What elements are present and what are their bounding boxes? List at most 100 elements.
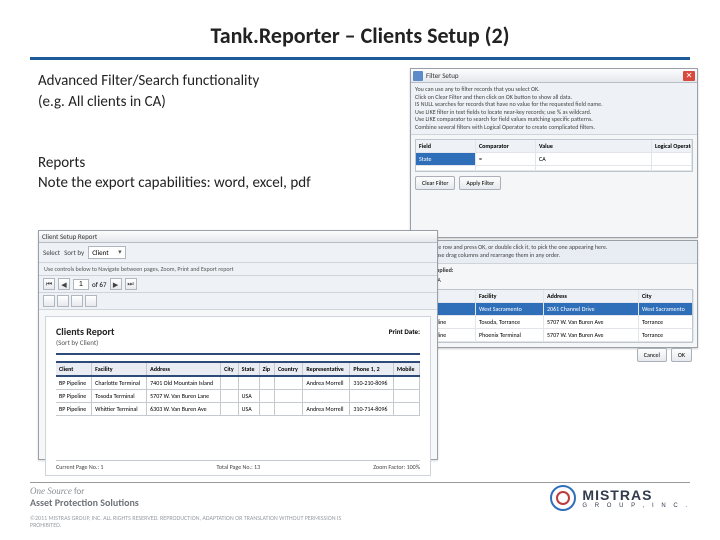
results-grid-row[interactable]: West Sacramento 2061 Channel Drive West …	[416, 303, 692, 316]
brand-rule	[30, 482, 690, 483]
th-zip: Zip	[259, 362, 274, 376]
mistras-sub: G R O U P , I N C .	[582, 503, 690, 509]
th-rep: Representative	[303, 362, 350, 376]
footer-current-page: Current Page No.: 1	[56, 463, 103, 471]
mistras-name: MISTRAS	[582, 487, 690, 503]
cell-field[interactable]: State	[416, 153, 476, 165]
select-label: Select	[43, 248, 60, 257]
report-viewer-window: Client Setup Report Select Sort by Clien…	[38, 230, 438, 460]
print-date-label: Print Date:	[389, 327, 420, 336]
col-address: Address	[544, 290, 639, 302]
mistras-logo: MISTRAS G R O U P , I N C .	[550, 485, 690, 511]
cell-value[interactable]: CA	[536, 153, 652, 165]
cell: West Sacramento	[476, 303, 544, 315]
report-table: Client Facility Address City State Zip C…	[56, 361, 420, 416]
cell: West Sacramento	[639, 303, 694, 315]
cell: 5707 W. Van Buren Ave	[544, 329, 639, 341]
results-grid-header: Client Facility Address City	[416, 290, 692, 303]
res-instr2: You can use drag columns and rearrange t…	[416, 252, 692, 260]
results-grid-row[interactable]: BP Pipeline Phoenix Terminal 5707 W. Van…	[416, 329, 692, 342]
brand-band: One Source for Asset Protection Solution…	[0, 482, 720, 540]
report-table-row: BP PipelineCharlotte Terminal7401 Old Mo…	[56, 376, 420, 390]
report-rule	[56, 353, 420, 355]
filter-grid[interactable]: Field Comparator Value Logical Operator …	[415, 139, 693, 172]
ok-button[interactable]: OK	[671, 348, 692, 362]
filter-buttons: Clear Filter Apply Filter	[411, 176, 697, 193]
results-footer: Cancel OK	[411, 345, 697, 365]
report-table-row: BP PipelineWhittier Terminal6303 W. Van …	[56, 403, 420, 416]
page-of-label: of 67	[92, 280, 107, 289]
results-window: Select one row and press OK, or double c…	[410, 240, 698, 348]
report-export-icons	[39, 293, 437, 310]
report-subtitle: (Sort by Client)	[56, 338, 420, 347]
col-logop: Logical Operator	[652, 140, 692, 152]
th-country: Country	[274, 362, 302, 376]
report-titlebar[interactable]: Client Setup Report	[39, 231, 437, 243]
cell-logop[interactable]	[652, 153, 692, 165]
cell: 5707 W. Van Buren Ave	[544, 316, 639, 328]
help-line: Combine several filters with Logical Ope…	[415, 124, 693, 132]
export-excel-icon[interactable]	[71, 295, 83, 307]
col-field: Field	[416, 140, 476, 152]
filter-grid-header: Field Comparator Value Logical Operator	[416, 140, 692, 153]
th-mobile: Mobile	[393, 362, 419, 376]
footer-total-pages: Total Page No.: 13	[216, 463, 260, 471]
results-grid-row[interactable]: BP Pipeline Tosoda, Torrance 5707 W. Van…	[416, 316, 692, 329]
tagline-em: One Source	[30, 486, 72, 496]
apply-filter-button[interactable]: Apply Filter	[459, 176, 501, 190]
report-table-header: Client Facility Address City State Zip C…	[56, 362, 420, 376]
report-page: Clients Report (Sort by Client) Print Da…	[45, 316, 431, 476]
report-toolbar: Select Sort by Client	[39, 243, 437, 263]
report-window-title: Client Setup Report	[42, 232, 97, 241]
sort-select[interactable]: Client	[88, 246, 125, 259]
tagline: One Source for Asset Protection Solution…	[30, 487, 139, 509]
cell: Phoenix Terminal	[476, 329, 544, 341]
report-table-row: BP PipelineTosoda Terminal5707 W. Van Bu…	[56, 390, 420, 403]
col-comparator: Comparator	[476, 140, 536, 152]
filter-titlebar[interactable]: Filter Setup ✕	[411, 69, 697, 83]
filters-applied-value: State = CA	[411, 276, 697, 287]
footer-zoom: Zoom Factor: 100%	[373, 463, 420, 471]
filters-applied-label: Filters Applied:	[411, 264, 697, 276]
th-facility: Facility	[92, 362, 147, 376]
cell-comparator[interactable]: =	[476, 153, 536, 165]
filter-help-text: You can use any to filter records that y…	[411, 83, 697, 135]
th-phone: Phone 1, 2	[350, 362, 393, 376]
col-facility: Facility	[476, 290, 544, 302]
report-instructions: Use controls below to Navigate between p…	[39, 263, 437, 276]
clear-filter-button[interactable]: Clear Filter	[415, 176, 455, 190]
cell: Torrance	[639, 329, 694, 341]
first-page-icon[interactable]: ⏮	[43, 278, 55, 290]
mistras-ring-icon	[550, 485, 576, 511]
prev-page-icon[interactable]: ◀	[58, 278, 70, 290]
results-grid[interactable]: Client Facility Address City West Sacram…	[415, 289, 693, 343]
close-icon[interactable]: ✕	[683, 71, 695, 81]
export-word-icon[interactable]	[57, 295, 69, 307]
th-client: Client	[56, 362, 92, 376]
th-state: State	[238, 362, 259, 376]
col-value: Value	[536, 140, 652, 152]
filter-title: Filter Setup	[426, 71, 683, 80]
tagline-bold: Asset Protection Solutions	[30, 496, 139, 509]
filter-grid-row-empty[interactable]	[416, 166, 692, 171]
report-title: Clients Report	[56, 325, 420, 338]
copyright-text: ©2011 MISTRAS GROUP, INC. ALL RIGHTS RES…	[0, 511, 400, 529]
cell: 2061 Channel Drive	[544, 303, 639, 315]
cell: Torrance	[639, 316, 694, 328]
col-city: City	[639, 290, 694, 302]
next-page-icon[interactable]: ▶	[110, 278, 122, 290]
th-address: Address	[147, 362, 221, 376]
sort-label: Sort by	[64, 248, 84, 257]
page-number-input[interactable]	[73, 279, 89, 290]
cancel-button[interactable]: Cancel	[637, 348, 667, 362]
last-page-icon[interactable]: ⏭	[125, 278, 137, 290]
title-rule	[30, 57, 690, 60]
report-nav-bar: ⏮ ◀ of 67 ▶ ⏭	[39, 276, 437, 293]
print-icon[interactable]	[43, 295, 55, 307]
export-pdf-icon[interactable]	[85, 295, 97, 307]
filter-grid-row[interactable]: State = CA	[416, 153, 692, 166]
th-city: City	[221, 362, 239, 376]
filter-setup-window: Filter Setup ✕ You can use any to filter…	[410, 68, 698, 238]
report-footer: Current Page No.: 1 Total Page No.: 13 Z…	[56, 460, 420, 471]
filter-app-icon	[413, 71, 423, 81]
